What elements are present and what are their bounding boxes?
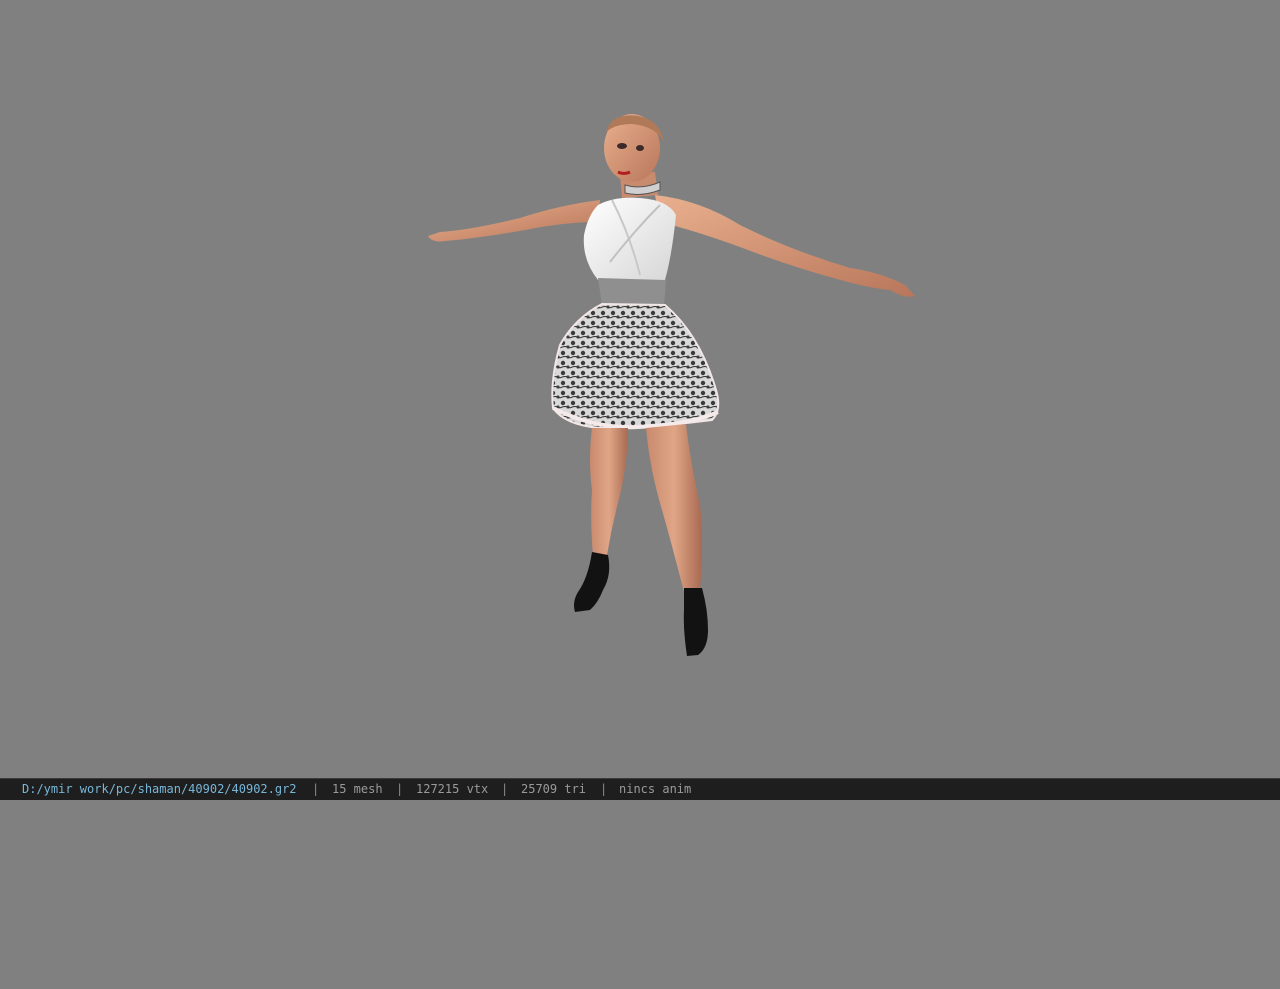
right-leg xyxy=(646,424,702,592)
status-separator: | xyxy=(600,782,608,796)
file-path: D:/ymir work/pc/shaman/40902/40902.gr2 xyxy=(22,782,297,796)
left-shoe xyxy=(574,552,610,612)
vertex-count: 127215 vtx xyxy=(416,782,489,796)
triangle-count: 25709 tri xyxy=(521,782,587,796)
status-separator: | xyxy=(396,782,404,796)
right-shoe xyxy=(683,588,708,656)
right-arm xyxy=(655,195,915,297)
animation-status: nincs anim xyxy=(619,782,692,796)
dress-skirt xyxy=(551,302,720,430)
status-separator: | xyxy=(312,782,320,796)
status-separator: | xyxy=(501,782,509,796)
left-leg xyxy=(590,428,628,556)
character-model xyxy=(428,114,915,656)
left-arm xyxy=(428,200,600,242)
3d-viewport[interactable] xyxy=(0,0,1280,778)
status-bar: D:/ymir work/pc/shaman/40902/40902.gr2 |… xyxy=(0,778,1280,800)
dress-belt xyxy=(598,278,666,306)
mesh-count: 15 mesh xyxy=(332,782,383,796)
